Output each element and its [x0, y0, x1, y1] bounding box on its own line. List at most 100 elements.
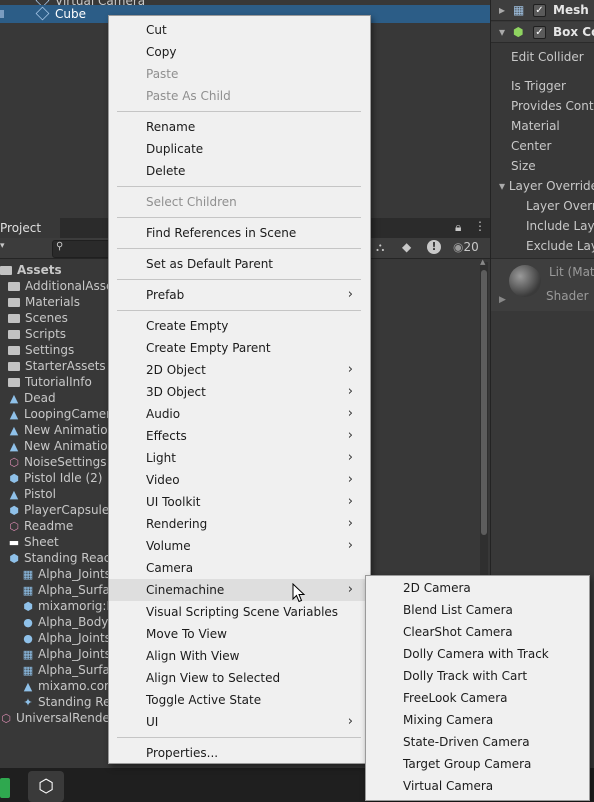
menu-item-create-empty-parent[interactable]: Create Empty Parent	[109, 337, 368, 359]
app-icon[interactable]	[0, 778, 10, 798]
shader-label: Shader	[546, 289, 589, 303]
menu-item-camera[interactable]: Camera	[109, 557, 368, 579]
project-tree-item[interactable]: Materials	[8, 294, 80, 310]
project-tree-item[interactable]: AdditionalAsse	[8, 278, 113, 294]
menu-item-video[interactable]: Video ›	[109, 469, 368, 491]
submenu-item-mixing-camera[interactable]: Mixing Camera	[366, 709, 587, 731]
project-tree-item[interactable]: ▲ Dead	[8, 390, 56, 406]
component-enabled-checkbox[interactable]: ✓	[533, 4, 546, 17]
submenu-item-clearshot-camera[interactable]: ClearShot Camera	[366, 621, 587, 643]
project-tree-item[interactable]: ▬ Sheet	[8, 534, 59, 550]
foldout-arrow-icon[interactable]: ▸	[499, 0, 505, 20]
menu-item-rename[interactable]: Rename	[109, 116, 368, 138]
menu-item-delete[interactable]: Delete	[109, 160, 368, 182]
menu-item-ui[interactable]: UI ›	[109, 711, 368, 733]
field-label: Exclude Lay	[526, 239, 594, 253]
component-enabled-checkbox[interactable]: ✓	[533, 26, 546, 39]
project-tree-item[interactable]: Scripts	[8, 326, 66, 342]
scroll-up-icon[interactable]: ▲	[480, 258, 485, 266]
component-header-mesh-renderer[interactable]: ▸ ▦ ✓ Mesh R	[491, 0, 594, 21]
project-tree-item[interactable]: TutorialInfo	[8, 374, 92, 390]
menu-item-align-with-view[interactable]: Align With View	[109, 645, 368, 667]
project-tree-item[interactable]: ▦ Alpha_Surfac	[22, 662, 117, 678]
menu-item-2d-object[interactable]: 2D Object ›	[109, 359, 368, 381]
submenu-item-virtual-camera[interactable]: Virtual Camera	[366, 775, 587, 797]
project-tree-item[interactable]: ▦ Alpha_Surfac	[22, 582, 117, 598]
project-tree-item[interactable]: ⬡ UniversalRende	[0, 710, 110, 726]
warning-icon[interactable]: !	[427, 240, 441, 254]
project-tree-item[interactable]: ▦ Alpha_Joints	[22, 566, 111, 582]
menu-item-volume[interactable]: Volume ›	[109, 535, 368, 557]
edit-collider-button[interactable]: Edit Collider	[511, 47, 594, 67]
project-tree-item[interactable]: ▲ New Animation	[8, 438, 115, 454]
menu-item-label: Target Group Camera	[403, 757, 532, 771]
menu-item-light[interactable]: Light ›	[109, 447, 368, 469]
menu-item-toggle-active-state[interactable]: Toggle Active State	[109, 689, 368, 711]
component-header-box-collider[interactable]: ▾ ⬢ ✓ Box Co	[491, 22, 594, 43]
submenu-item-blend-list-camera[interactable]: Blend List Camera	[366, 599, 587, 621]
menu-item-set-as-default-parent[interactable]: Set as Default Parent	[109, 253, 368, 275]
menu-item-move-to-view[interactable]: Move To View	[109, 623, 368, 645]
project-tree-item[interactable]: ▲ mixamo.com	[22, 678, 116, 694]
menu-item-duplicate[interactable]: Duplicate	[109, 138, 368, 160]
project-tree-item[interactable]: Assets	[0, 262, 62, 278]
foldout-arrow-icon: ▾	[499, 179, 509, 193]
search-by-type-icon[interactable]: ⛬	[376, 240, 384, 255]
visibility-toggle[interactable]: ◉20	[453, 240, 479, 254]
menu-item-visual-scripting-scene-variables[interactable]: Visual Scripting Scene Variables	[109, 601, 368, 623]
menu-item-align-view-to-selected[interactable]: Align View to Selected	[109, 667, 368, 689]
project-tree-item[interactable]: ⬢ Pistol Idle (2)	[8, 470, 102, 486]
project-tree-item[interactable]: ⬢ Standing React	[8, 550, 115, 566]
submenu-item-2d-camera[interactable]: 2D Camera	[366, 577, 587, 599]
menu-item-properties[interactable]: Properties...	[109, 742, 368, 764]
project-tree-item[interactable]: Settings	[8, 342, 74, 358]
menu-item-paste: Paste	[109, 63, 368, 85]
menu-item-ui-toolkit[interactable]: UI Toolkit ›	[109, 491, 368, 513]
layer-overrides-foldout[interactable]: ▾ Layer Overrides	[499, 176, 594, 196]
menu-item-3d-object[interactable]: 3D Object ›	[109, 381, 368, 403]
menu-item-copy[interactable]: Copy	[109, 41, 368, 63]
hierarchy-fold-marker	[0, 10, 4, 18]
submenu-item-dolly-track-with-cart[interactable]: Dolly Track with Cart	[366, 665, 587, 687]
anim-icon: ▲	[9, 440, 19, 453]
project-tree-item[interactable]: ▲ Pistol	[8, 486, 56, 502]
project-tree-item[interactable]: ⬡ NoiseSettings	[8, 454, 106, 470]
menu-item-prefab[interactable]: Prefab ›	[109, 284, 368, 306]
submenu-item-dolly-camera-with-track[interactable]: Dolly Camera with Track	[366, 643, 587, 665]
menu-item-effects[interactable]: Effects ›	[109, 425, 368, 447]
menu-separator	[117, 279, 361, 280]
project-tree-label: Alpha_Joints	[38, 567, 111, 581]
project-tree-item[interactable]: ✦ Standing Rea	[22, 694, 117, 710]
project-tree-item[interactable]: ⬢ PlayerCapsule	[8, 502, 109, 518]
project-tree-item[interactable]: StarterAssets	[8, 358, 106, 374]
field-label: Layer Overri	[526, 199, 594, 213]
menu-item-create-empty[interactable]: Create Empty	[109, 315, 368, 337]
search-input[interactable]: ⚲	[52, 240, 112, 258]
more-options-icon[interactable]: ⋮	[474, 219, 486, 233]
project-tree-label: LoopingCamera	[24, 407, 119, 421]
create-dropdown-icon[interactable]: ▾	[0, 241, 5, 251]
menu-item-cinemachine[interactable]: Cinemachine ›	[109, 579, 368, 601]
scrollbar-thumb[interactable]	[481, 270, 487, 535]
menu-item-find-references-in-scene[interactable]: Find References in Scene	[109, 222, 368, 244]
menu-item-rendering[interactable]: Rendering ›	[109, 513, 368, 535]
unity-taskbar-button[interactable]: ⬡	[28, 771, 64, 802]
foldout-arrow-icon[interactable]: ▶	[499, 295, 506, 305]
lock-icon[interactable]: 🔒︎	[455, 220, 461, 235]
submenu-item-target-group-camera[interactable]: Target Group Camera	[366, 753, 587, 775]
menu-item-audio[interactable]: Audio ›	[109, 403, 368, 425]
search-by-label-icon[interactable]: ◆	[402, 240, 411, 254]
project-tree-item[interactable]: ● Alpha_Joints	[22, 630, 111, 646]
submenu-item-state-driven-camera[interactable]: State-Driven Camera	[366, 731, 587, 753]
project-tree-item[interactable]: ▲ New Animation	[8, 422, 115, 438]
project-tree-item[interactable]: ⬢ mixamorig:Hi	[22, 598, 119, 614]
project-tree-item[interactable]: Scenes	[8, 310, 68, 326]
project-tree-item[interactable]: ▦ Alpha_Joints	[22, 646, 111, 662]
submenu-item-freelook-camera[interactable]: FreeLook Camera	[366, 687, 587, 709]
project-tree-item[interactable]: ▲ LoopingCamera	[8, 406, 119, 422]
project-tree-item[interactable]: ● Alpha_Body_	[22, 614, 114, 630]
menu-item-cut[interactable]: Cut	[109, 19, 368, 41]
foldout-arrow-icon[interactable]: ▾	[499, 22, 505, 42]
project-tree-item[interactable]: ⬡ Readme	[8, 518, 73, 534]
tab-project[interactable]: Project	[0, 218, 60, 238]
